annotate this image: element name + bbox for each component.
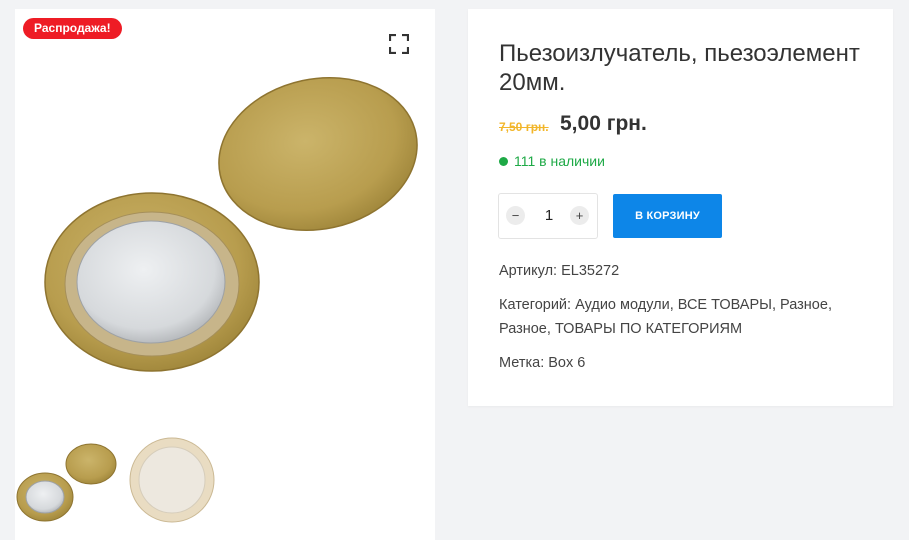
categories-line: Категорий: Аудио модули, ВСЕ ТОВАРЫ, Раз…: [499, 297, 832, 337]
stock-status: 111 в наличии: [499, 153, 605, 169]
quantity-input[interactable]: [529, 207, 569, 224]
thumbnail-1[interactable]: [15, 433, 120, 533]
old-price: 7,50 грн.: [499, 120, 549, 134]
expand-icon[interactable]: [389, 34, 409, 54]
quantity-stepper: − +: [498, 193, 598, 239]
tag-label: Метка:: [499, 355, 545, 371]
add-to-cart-button[interactable]: В КОРЗИНУ: [613, 194, 722, 238]
product-main-image[interactable]: [15, 9, 435, 419]
quantity-increase-button[interactable]: +: [570, 206, 589, 225]
category-link-all[interactable]: ВСЕ ТОВАРЫ: [678, 297, 772, 313]
stock-text: 111 в наличии: [514, 153, 605, 169]
quantity-decrease-button[interactable]: −: [506, 206, 525, 225]
current-price: 5,00 грн.: [560, 112, 647, 135]
category-link-audio[interactable]: Аудио модули: [575, 297, 670, 313]
sku-value: EL35272: [561, 263, 620, 279]
categories-label: Категорий:: [499, 297, 572, 313]
tag-line: Метка: Box 6: [499, 351, 585, 375]
thumbnail-2[interactable]: [127, 433, 232, 533]
sku-line: Артикул: EL35272: [499, 259, 619, 283]
category-link-misc-2[interactable]: Разное: [499, 321, 547, 337]
tag-link[interactable]: Box 6: [548, 355, 585, 371]
product-title: Пьезоизлучатель, пьезоэлемент 20мм.: [499, 40, 860, 96]
sku-label: Артикул:: [499, 263, 558, 279]
sale-badge: Распродажа!: [23, 18, 122, 39]
product-summary: Пьезоизлучатель, пьезоэлемент 20мм. 7,50…: [468, 9, 893, 406]
category-link-by-category[interactable]: ТОВАРЫ ПО КАТЕГОРИЯМ: [555, 321, 742, 337]
in-stock-dot-icon: [499, 156, 508, 166]
category-link-misc[interactable]: Разное: [780, 297, 828, 313]
product-gallery: Распродажа!: [15, 9, 435, 540]
